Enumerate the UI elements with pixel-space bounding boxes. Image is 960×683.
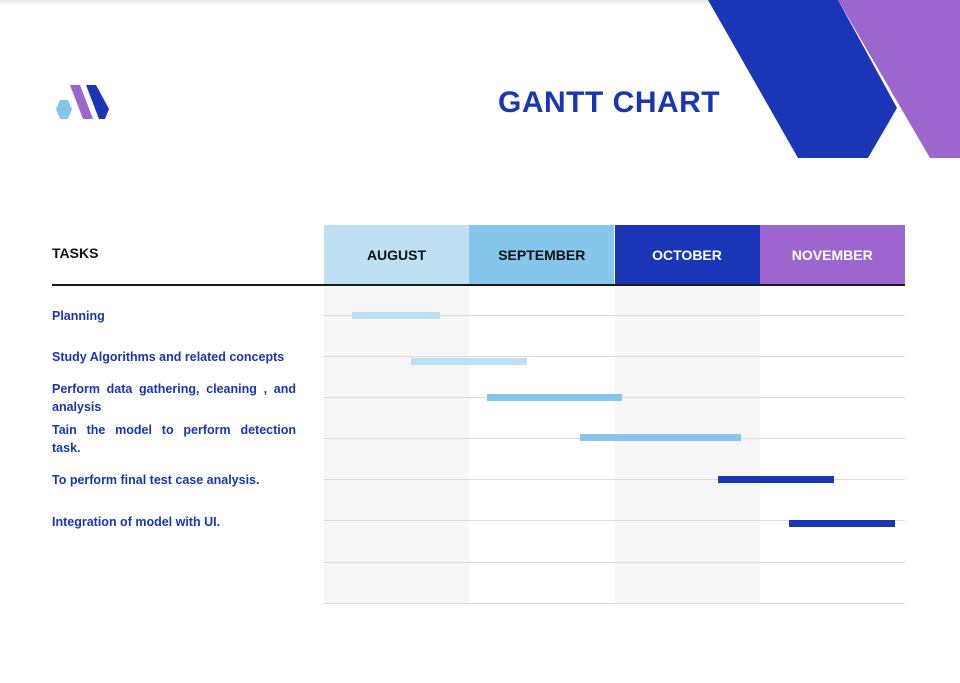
corner-decoration [708,0,960,158]
task-label: Integration of model with UI. [52,515,221,529]
gantt-bar [788,520,895,527]
tasks-header: TASKS [52,245,99,261]
brand-logo-icon [56,85,109,119]
month-header-august: AUGUST [324,225,469,284]
gantt-bar [486,394,622,401]
header-divider [52,284,905,286]
month-column-bg [759,286,905,604]
task-label: Study Algorithms and related concepts [52,350,285,364]
month-column-bg [614,286,760,604]
month-column-bg [324,286,469,604]
gantt-bar [579,434,741,441]
row-gridline [324,356,905,357]
gantt-bar [351,312,441,319]
month-header-november: NOVEMBER [759,225,905,284]
row-gridline [324,562,905,563]
month-header-september: SEPTEMBER [469,225,615,284]
gantt-bar [717,476,834,483]
month-header-october: OCTOBER [614,225,760,284]
task-label: Tain the model to perform detection task… [52,423,296,455]
month-column-bg [469,286,615,604]
row-gridline [324,603,905,604]
task-label: Planning [52,309,105,323]
task-label: To perform final test case analysis. [52,473,260,487]
gantt-bar [411,358,528,365]
page-title: GANTT CHART [498,86,721,119]
task-label: Perform data gathering, cleaning , and a… [52,382,296,414]
